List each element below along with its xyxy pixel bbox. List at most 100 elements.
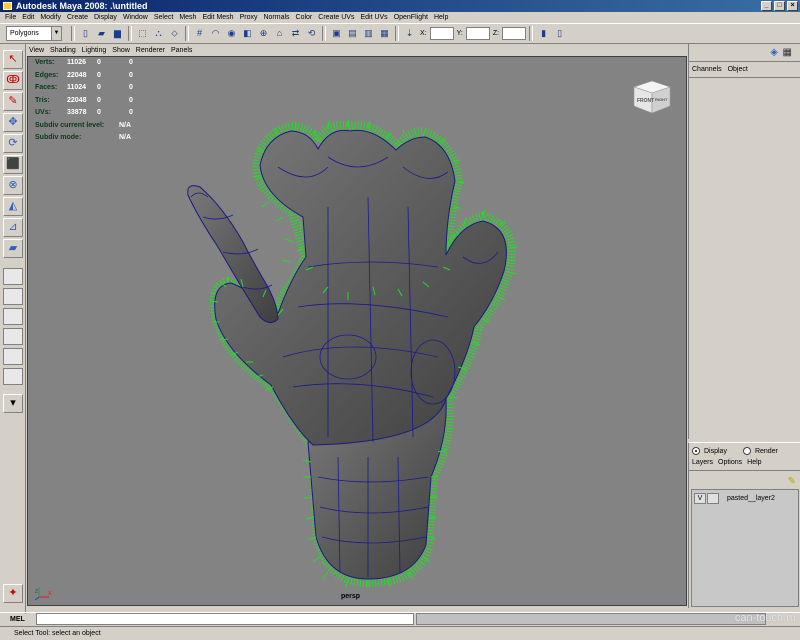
layout-hypershade-icon[interactable]: [3, 348, 23, 365]
construction-history-icon[interactable]: ⟲: [304, 26, 319, 41]
panel-menu-panels[interactable]: Panels: [171, 45, 192, 56]
menu-color[interactable]: Color: [293, 12, 316, 23]
show-manipulator-icon[interactable]: ⊿: [3, 218, 23, 237]
menu-modify[interactable]: Modify: [37, 12, 64, 23]
channel-box-toggle-icon[interactable]: ◈: [770, 47, 778, 58]
snap-grid-icon[interactable]: #: [192, 26, 207, 41]
coord-z-field[interactable]: [502, 27, 527, 40]
menu-display[interactable]: Display: [91, 12, 120, 23]
select-tool-icon[interactable]: ↖: [3, 50, 23, 69]
coord-x-field[interactable]: [429, 27, 454, 40]
attribute-editor-icon[interactable]: ▮: [536, 26, 551, 41]
universal-manipulator-icon[interactable]: ⊗: [3, 176, 23, 195]
panel-menu-view[interactable]: View: [29, 45, 44, 56]
render-frame-icon[interactable]: ▣: [329, 26, 344, 41]
save-scene-icon[interactable]: ▆: [110, 26, 125, 41]
panel-menu-renderer[interactable]: Renderer: [136, 45, 165, 56]
layer-menu-options[interactable]: Options: [718, 459, 742, 466]
snap-point-icon[interactable]: ◉: [224, 26, 239, 41]
snap-curve-icon[interactable]: ◠: [208, 26, 223, 41]
mel-input[interactable]: [36, 613, 414, 625]
menu-file[interactable]: File: [2, 12, 19, 23]
layout-four-icon[interactable]: [3, 288, 23, 305]
hud-value: N/A: [119, 134, 132, 141]
layout-render-view-icon[interactable]: [3, 368, 23, 385]
menu-edit[interactable]: Edit: [19, 12, 37, 23]
render-settings-icon[interactable]: ▥: [361, 26, 376, 41]
close-button[interactable]: ×: [787, 1, 798, 11]
maximize-button[interactable]: □: [774, 1, 785, 11]
new-scene-icon[interactable]: ▯: [78, 26, 93, 41]
layer-visibility-toggle[interactable]: V: [694, 492, 706, 504]
paint-select-tool-icon[interactable]: ✎: [3, 92, 23, 111]
layer-mode-row: Display Render: [689, 443, 800, 457]
layout-options-chevron-icon[interactable]: ▾: [3, 394, 23, 413]
menu-help[interactable]: Help: [431, 12, 451, 23]
layout-persp-graph-icon[interactable]: [3, 328, 23, 345]
minimize-button[interactable]: _: [761, 1, 772, 11]
attribute-editor-toggle-icon[interactable]: ▦: [783, 47, 792, 58]
new-layer-icon[interactable]: ✎: [788, 476, 796, 487]
window-title: Autodesk Maya 2008: .\untitled: [16, 1, 148, 11]
select-component-icon[interactable]: ⬦: [167, 26, 182, 41]
layer-menu-layers[interactable]: Layers: [692, 459, 713, 466]
menu-mesh[interactable]: Mesh: [176, 12, 199, 23]
display-radio[interactable]: [692, 447, 700, 455]
move-tool-icon[interactable]: ✥: [3, 113, 23, 132]
open-scene-icon[interactable]: ▰: [94, 26, 109, 41]
scale-tool-icon[interactable]: ⬛: [3, 155, 23, 174]
layer-row[interactable]: V pasted__layer2: [692, 492, 798, 504]
status-line: Polygons ▼ ▯ ▰ ▆ ⬚ ⛬ ⬦ # ◠ ◉ ◧ ⊕ ⌂ ⇄ ⟲ ▣…: [0, 23, 800, 44]
panel-menu-show[interactable]: Show: [112, 45, 130, 56]
menu-proxy[interactable]: Proxy: [237, 12, 261, 23]
panel-menu-bar: View Shading Lighting Show Renderer Pane…: [27, 45, 687, 56]
panel-menu-shading[interactable]: Shading: [50, 45, 76, 56]
channel-box-menu-channels[interactable]: Channels: [692, 66, 722, 73]
channel-box-menu-object[interactable]: Object: [728, 66, 748, 73]
menu-normals[interactable]: Normals: [260, 12, 292, 23]
menu-set-dropdown[interactable]: Polygons ▼: [6, 26, 62, 41]
layer-list: V pasted__layer2: [691, 489, 799, 607]
lasso-tool-icon[interactable]: ↂ: [3, 71, 23, 90]
coord-y-field[interactable]: [465, 27, 490, 40]
snap-view-plane-icon[interactable]: ◧: [240, 26, 255, 41]
layout-persp-outliner-icon[interactable]: [3, 308, 23, 325]
menu-window[interactable]: Window: [120, 12, 151, 23]
select-object-icon[interactable]: ⛬: [151, 26, 166, 41]
tool-settings-icon[interactable]: ▯: [552, 26, 567, 41]
hud-value: 22048: [67, 96, 87, 104]
hud-label: Verts:: [35, 59, 55, 66]
input-field-menu-icon[interactable]: ⇣: [402, 26, 417, 41]
menu-select[interactable]: Select: [151, 12, 176, 23]
render-radio[interactable]: [742, 447, 751, 455]
input-output-icon[interactable]: ⇄: [288, 26, 303, 41]
hud-value: 0: [129, 59, 133, 66]
make-live-icon[interactable]: ⊕: [256, 26, 271, 41]
menu-openflight[interactable]: OpenFlight: [391, 12, 431, 23]
menu-edit-uvs[interactable]: Edit UVs: [357, 12, 390, 23]
rotate-tool-icon[interactable]: ⟳: [3, 134, 23, 153]
coord-x-label: X:: [420, 30, 427, 37]
panel-menu-lighting[interactable]: Lighting: [82, 45, 107, 56]
menu-create[interactable]: Create: [64, 12, 91, 23]
layout-single-icon[interactable]: [3, 268, 23, 285]
history-icon[interactable]: ⌂: [272, 26, 287, 41]
layer-menu-help[interactable]: Help: [747, 459, 761, 466]
menu-edit-mesh[interactable]: Edit Mesh: [199, 12, 236, 23]
view-cube[interactable]: FRONT RIGHT: [630, 75, 672, 115]
select-hierarchy-icon[interactable]: ⬚: [135, 26, 150, 41]
soft-mod-icon[interactable]: ◭: [3, 197, 23, 216]
ipr-render-icon[interactable]: ▤: [345, 26, 360, 41]
last-tool-icon[interactable]: ▰: [3, 239, 23, 258]
hud-label: Faces:: [35, 84, 58, 91]
hud-value: 0: [129, 109, 133, 116]
mel-label[interactable]: MEL: [0, 616, 36, 623]
hud-row-faces: Faces: 11024 0 0: [35, 82, 149, 95]
layer-playback-toggle[interactable]: [707, 492, 719, 504]
hud-value: 0: [97, 84, 101, 91]
hypershade-icon[interactable]: ▦: [377, 26, 392, 41]
menu-create-uvs[interactable]: Create UVs: [315, 12, 357, 23]
toolbar-divider: [128, 26, 132, 41]
perspective-viewport[interactable]: Verts: 11026 0 0 Edges: 22048 0 0 Faces:…: [27, 56, 687, 606]
layer-name[interactable]: pasted__layer2: [727, 495, 775, 502]
